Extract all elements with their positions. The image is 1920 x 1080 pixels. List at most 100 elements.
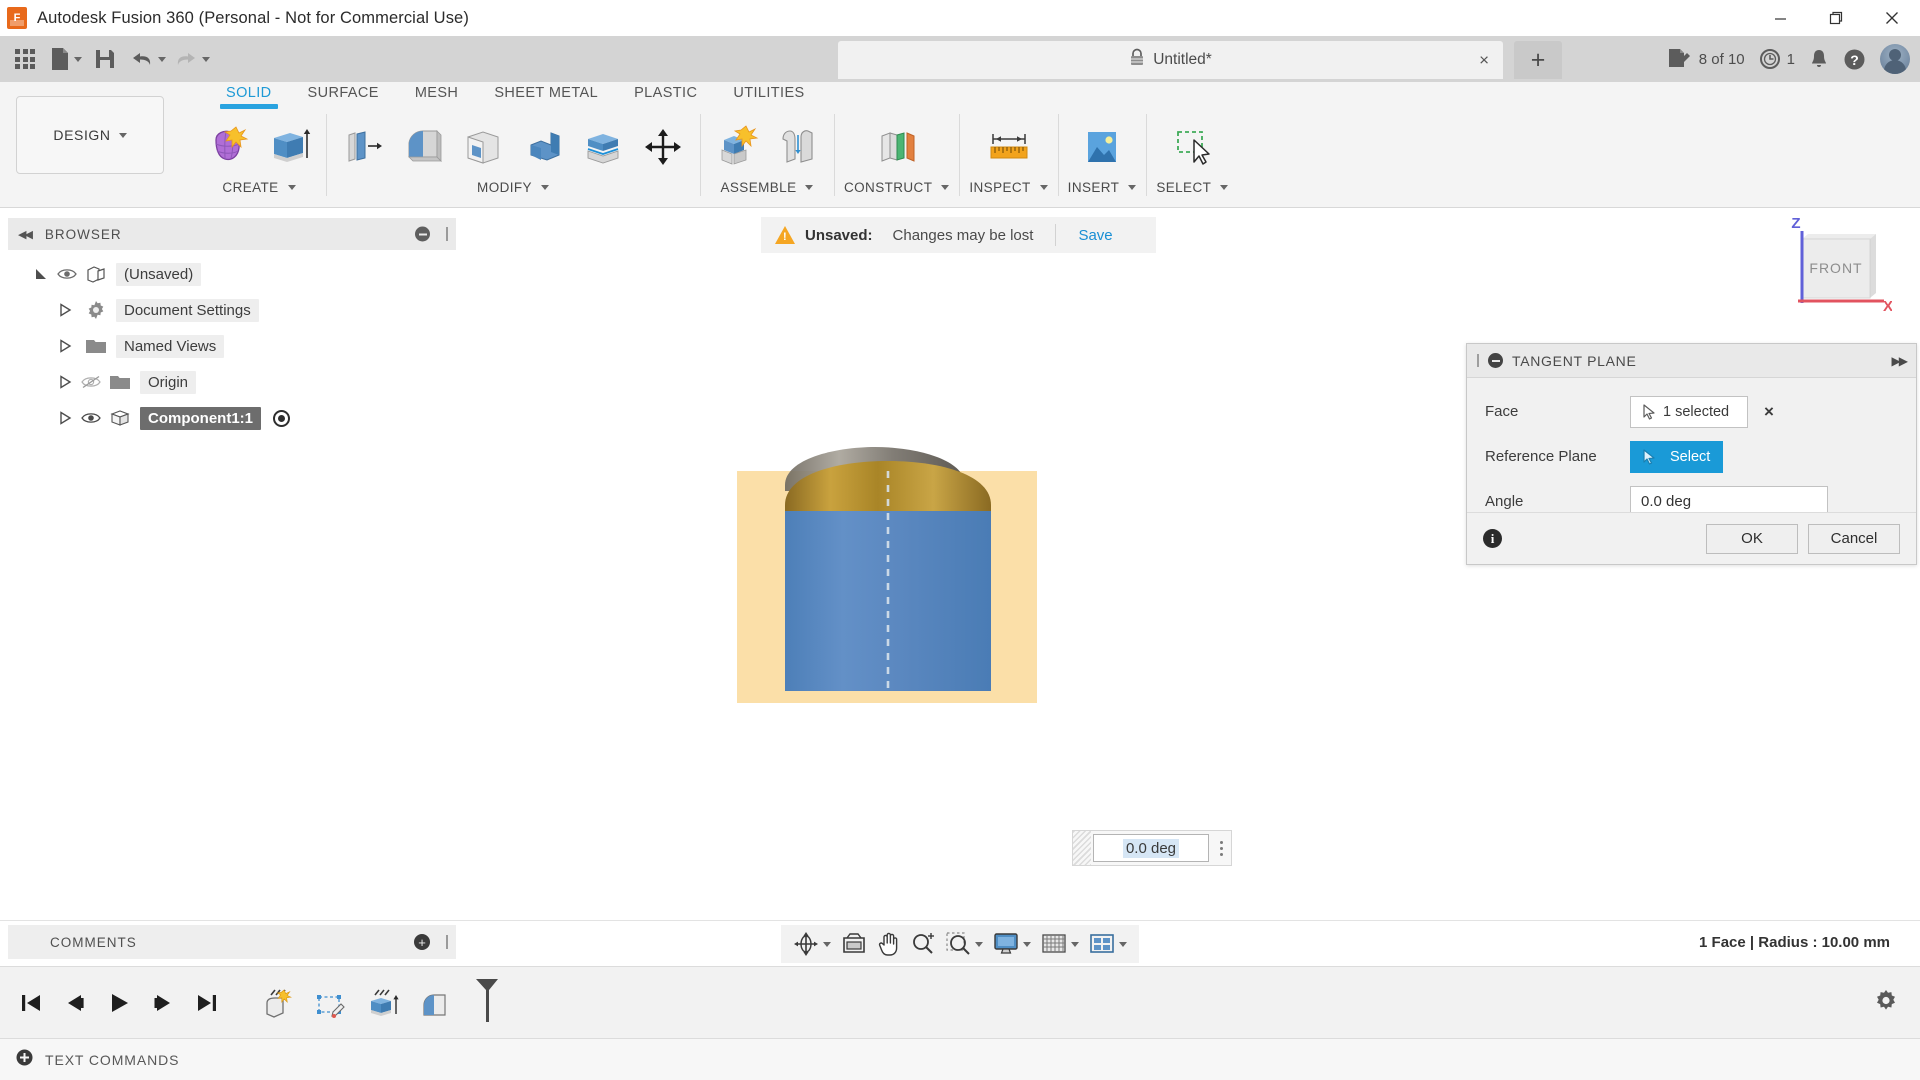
measure-icon[interactable] (982, 120, 1036, 174)
ok-button[interactable]: OK (1706, 523, 1798, 554)
offset-plane-icon[interactable] (870, 120, 924, 174)
info-icon[interactable]: i (1483, 529, 1502, 548)
help-icon[interactable]: ? (1843, 48, 1866, 71)
chevron-down-icon[interactable] (823, 941, 831, 947)
tab-plastic[interactable]: PLASTIC (616, 82, 715, 101)
chevron-down-icon[interactable] (1128, 184, 1137, 190)
chevron-down-icon[interactable] (287, 184, 296, 190)
ribbon-group-construct-label[interactable]: CONSTRUCT (844, 174, 950, 200)
zoom-window-icon[interactable] (941, 927, 987, 961)
ribbon-group-assemble-label[interactable]: ASSEMBLE (721, 174, 814, 200)
more-options-icon[interactable] (1211, 840, 1231, 856)
chevron-down-icon[interactable] (158, 56, 166, 62)
tree-node-named-views[interactable]: Named Views (8, 328, 456, 364)
new-component-icon[interactable] (710, 120, 764, 174)
orbit-icon[interactable] (789, 927, 835, 961)
viewports-icon[interactable] (1085, 927, 1131, 961)
disclosure-collapsed-icon[interactable] (54, 371, 76, 393)
ribbon-group-inspect-label[interactable]: INSPECT (969, 174, 1048, 200)
face-selection-button[interactable]: 1 selected (1630, 395, 1748, 428)
ribbon-group-modify-label[interactable]: MODIFY (477, 174, 549, 200)
look-at-icon[interactable] (837, 927, 871, 961)
press-pull-icon[interactable] (336, 120, 390, 174)
fillet-icon[interactable] (396, 120, 450, 174)
step-forward-icon[interactable] (148, 988, 178, 1018)
create-form-feature-icon[interactable] (258, 985, 300, 1029)
split-face-icon[interactable] (576, 120, 630, 174)
visibility-eye-icon[interactable] (76, 407, 106, 429)
new-tab-button[interactable]: + (1514, 41, 1562, 79)
chevron-down-icon[interactable] (975, 941, 983, 947)
insert-image-icon[interactable] (1075, 120, 1129, 174)
angle-manipulator-input[interactable]: 0.0 deg (1093, 834, 1209, 862)
workspace-switcher[interactable]: DESIGN (16, 96, 164, 174)
move-copy-icon[interactable] (636, 120, 690, 174)
window-selection-icon[interactable] (1165, 120, 1219, 174)
text-commands-bar[interactable]: TEXT COMMANDS (0, 1038, 1920, 1080)
disclosure-collapsed-icon[interactable] (54, 335, 76, 357)
document-tab-close-icon[interactable]: × (1479, 52, 1489, 69)
tab-mesh[interactable]: MESH (397, 82, 477, 101)
disclosure-expanded-icon[interactable] (30, 263, 52, 285)
ribbon-group-insert-label[interactable]: INSERT (1068, 174, 1137, 200)
timeline-marker[interactable] (472, 976, 502, 1029)
shell-icon[interactable] (456, 120, 510, 174)
tree-node-document-settings[interactable]: Document Settings (8, 292, 456, 328)
save-icon[interactable] (86, 40, 124, 78)
cancel-button[interactable]: Cancel (1808, 523, 1900, 554)
drag-grip[interactable] (1073, 831, 1091, 865)
chevron-down-icon[interactable] (1023, 941, 1031, 947)
chevron-down-icon[interactable] (1119, 941, 1127, 947)
history-status[interactable]: 1 (1759, 48, 1795, 70)
bell-icon[interactable] (1809, 48, 1829, 70)
timeline-settings-gear-icon[interactable] (1874, 988, 1898, 1017)
visibility-eye-icon[interactable] (52, 263, 82, 285)
chevron-down-icon[interactable] (118, 132, 127, 138)
close-button[interactable] (1864, 0, 1920, 36)
document-tab[interactable]: Untitled* × (838, 41, 1503, 79)
chevron-down-icon[interactable] (1220, 184, 1229, 190)
angle-manipulator[interactable]: 0.0 deg (1072, 830, 1232, 866)
go-to-beginning-icon[interactable] (16, 988, 46, 1018)
redo-icon[interactable] (170, 40, 212, 78)
chevron-down-icon[interactable] (202, 56, 210, 62)
step-back-icon[interactable] (60, 988, 90, 1018)
tangent-plane-dialog[interactable]: TANGENT PLANE ▶▶ Face 1 selected × Refer… (1466, 343, 1917, 565)
reference-plane-select-button[interactable]: Select (1630, 440, 1724, 473)
activate-component-radio[interactable] (273, 409, 290, 427)
sketch-feature-icon[interactable] (310, 985, 352, 1029)
collapse-left-icon[interactable]: ◀◀ (18, 228, 33, 241)
tree-node-component1[interactable]: Component1:1 (8, 400, 456, 436)
expand-right-icon[interactable]: ▶▶ (1892, 354, 1909, 368)
grid-snaps-icon[interactable] (1037, 927, 1083, 961)
visibility-hidden-icon[interactable] (76, 371, 106, 393)
model-viewport-body[interactable] (737, 445, 1042, 703)
tab-utilities[interactable]: UTILITIES (715, 82, 822, 101)
undo-icon[interactable] (126, 40, 168, 78)
new-file-icon[interactable] (46, 40, 84, 78)
view-cube[interactable]: FRONT Z X (1772, 215, 1893, 325)
chevron-down-icon[interactable] (540, 184, 549, 190)
pan-icon[interactable] (873, 927, 905, 961)
tree-node-unsaved[interactable]: (Unsaved) (8, 256, 456, 292)
panel-resize-grip[interactable] (446, 227, 448, 241)
create-form-icon[interactable] (202, 120, 256, 174)
minimize-button[interactable] (1752, 0, 1808, 36)
expand-icon[interactable] (16, 1049, 33, 1071)
play-icon[interactable] (104, 988, 134, 1018)
chevron-down-icon[interactable] (805, 184, 814, 190)
minimize-panel-icon[interactable] (415, 226, 430, 242)
chevron-down-icon[interactable] (941, 184, 950, 190)
chevron-down-icon[interactable] (1071, 941, 1079, 947)
dialog-drag-grip[interactable] (1477, 354, 1479, 367)
disclosure-collapsed-icon[interactable] (54, 299, 76, 321)
dialog-header[interactable]: TANGENT PLANE ▶▶ (1467, 344, 1916, 378)
avatar[interactable] (1880, 44, 1910, 74)
save-link[interactable]: Save (1078, 227, 1112, 244)
tree-node-origin[interactable]: Origin (8, 364, 456, 400)
maximize-button[interactable] (1808, 0, 1864, 36)
chevron-down-icon[interactable] (1039, 184, 1048, 190)
tab-sheet-metal[interactable]: SHEET METAL (476, 82, 616, 101)
combine-icon[interactable] (516, 120, 570, 174)
tab-surface[interactable]: SURFACE (290, 82, 397, 101)
